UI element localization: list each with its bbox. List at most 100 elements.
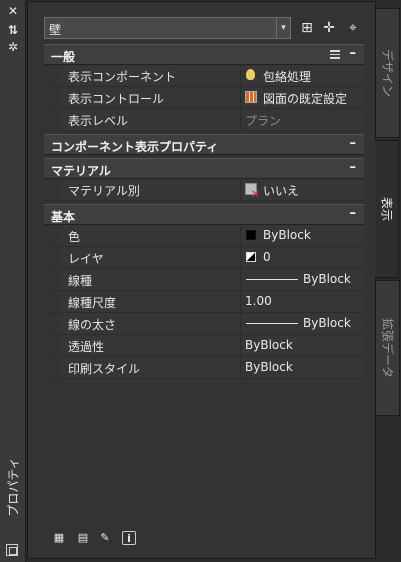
- property-label: 線種尺度: [68, 296, 117, 310]
- property-value[interactable]: いいえ: [240, 179, 364, 200]
- property-value-text: 図面の既定設定: [263, 92, 348, 106]
- property-value-text: 0: [263, 250, 271, 264]
- property-value-text: ByBlock: [245, 338, 293, 352]
- category-label: コンポーネント表示プロパティ: [51, 140, 219, 154]
- property-value[interactable]: プラン: [240, 109, 364, 130]
- property-row[interactable]: マテリアル別 いいえ: [44, 179, 364, 201]
- property-value-text: いいえ: [263, 184, 300, 198]
- paint-icon[interactable]: ✎: [98, 531, 112, 545]
- property-row[interactable]: 表示コンポーネント 包絡処理: [44, 65, 364, 87]
- property-value-text: ByBlock: [303, 316, 351, 330]
- object-toolbar: 壁 ▾ ⊞ ✛ ⌖: [44, 17, 374, 41]
- property-value[interactable]: 1.00: [240, 291, 364, 312]
- object-type-value: 壁: [49, 23, 62, 37]
- property-label: 色: [68, 230, 81, 244]
- property-row[interactable]: 線の太さ ByBlock: [44, 313, 364, 335]
- row-gutter: [44, 269, 62, 290]
- properties-panel: 壁 ▾ ⊞ ✛ ⌖ 一般 – 表示コンポーネント 包絡処理表示コントロール 図面の既定設…: [27, 1, 376, 559]
- property-value-text: ByBlock: [263, 228, 311, 242]
- list-view-icon[interactable]: [330, 50, 340, 59]
- property-value-text: 包絡処理: [263, 70, 312, 84]
- property-grid: 一般 – 表示コンポーネント 包絡処理表示コントロール 図面の既定設定表示レベル プランコ…: [44, 44, 364, 379]
- category-header[interactable]: 一般 –: [44, 44, 364, 65]
- property-label: 表示コントロール: [68, 92, 165, 106]
- property-label: 透過性: [68, 340, 105, 354]
- toggle-pickadd-icon[interactable]: ⌖: [344, 19, 362, 37]
- row-gutter: [44, 291, 62, 312]
- row-gutter: [44, 87, 62, 108]
- row-gutter: [44, 109, 62, 130]
- collapse-icon[interactable]: –: [350, 46, 357, 61]
- row-gutter: [44, 335, 62, 356]
- row-gutter: [44, 225, 62, 246]
- collapse-icon[interactable]: –: [350, 160, 357, 175]
- property-label: 印刷スタイル: [68, 362, 141, 376]
- chevron-down-icon[interactable]: ▾: [276, 18, 290, 38]
- category-label: 基本: [51, 210, 76, 224]
- category-label: 一般: [51, 50, 76, 64]
- row-gutter: [44, 313, 62, 334]
- property-label: 線の太さ: [68, 318, 117, 332]
- property-label: レイヤ: [68, 252, 104, 266]
- property-row[interactable]: 線種 ByBlock: [44, 269, 364, 291]
- property-row[interactable]: レイヤ 0: [44, 247, 364, 269]
- property-row[interactable]: 線種尺度 1.00: [44, 291, 364, 313]
- tab-display[interactable]: 表示: [375, 140, 399, 278]
- row-gutter: [44, 357, 62, 378]
- object-type-select[interactable]: 壁 ▾: [44, 17, 291, 39]
- tab-label: デザイン: [380, 48, 394, 98]
- palette-title: プロパティ: [3, 442, 23, 532]
- close-icon[interactable]: ✕: [6, 4, 20, 18]
- property-label: 表示コンポーネント: [68, 70, 177, 84]
- edit-style-icon[interactable]: ▤: [76, 531, 90, 545]
- property-value-text: 1.00: [245, 294, 272, 308]
- info-icon[interactable]: i: [122, 531, 136, 545]
- category-header[interactable]: マテリアル –: [44, 158, 364, 179]
- autohide-icon[interactable]: ⇅: [6, 23, 20, 37]
- property-row[interactable]: 表示コントロール 図面の既定設定: [44, 87, 364, 109]
- material-icon: [245, 183, 260, 200]
- property-value[interactable]: ByBlock: [240, 269, 364, 290]
- property-value-text: ByBlock: [303, 272, 351, 286]
- property-label: 線種: [68, 274, 93, 288]
- property-row[interactable]: 印刷スタイル ByBlock: [44, 357, 364, 379]
- property-value[interactable]: 包絡処理: [240, 65, 364, 86]
- property-value[interactable]: ByBlock: [240, 335, 364, 356]
- property-row[interactable]: 透過性 ByBlock: [44, 335, 364, 357]
- quick-select-icon[interactable]: ⊞: [298, 19, 316, 37]
- tab-label: 表示: [379, 196, 393, 222]
- linetype-icon: [246, 279, 298, 280]
- tab-extended-data[interactable]: 拡張データ: [376, 280, 400, 416]
- select-components-icon[interactable]: ▦: [52, 531, 66, 545]
- collapse-icon[interactable]: –: [350, 136, 357, 151]
- bulb-icon: [246, 69, 255, 80]
- palette-title-strip[interactable]: ✕ ⇅ ✲ プロパティ: [0, 0, 26, 562]
- property-label: 表示レベル: [68, 114, 129, 128]
- row-gutter: [44, 65, 62, 86]
- select-objects-icon[interactable]: ✛: [320, 19, 338, 37]
- tab-label: 拡張データ: [380, 317, 394, 379]
- property-value[interactable]: ByBlock: [240, 357, 364, 378]
- tab-design[interactable]: デザイン: [376, 8, 400, 138]
- property-value[interactable]: 0: [240, 247, 364, 268]
- settings-icon[interactable]: ✲: [6, 40, 20, 54]
- property-row[interactable]: 色 ByBlock: [44, 225, 364, 247]
- row-gutter: [44, 179, 62, 200]
- lineweight-icon: [246, 323, 298, 324]
- category-header[interactable]: コンポーネント表示プロパティ –: [44, 134, 364, 155]
- row-gutter: [44, 247, 62, 268]
- property-row[interactable]: 表示レベル プラン: [44, 109, 364, 131]
- property-label: マテリアル別: [68, 184, 140, 198]
- palette-menu-icon[interactable]: [6, 544, 18, 556]
- color-swatch-icon: [246, 230, 256, 240]
- category-header[interactable]: 基本 –: [44, 204, 364, 225]
- palette-title-text: プロパティ: [6, 457, 21, 517]
- property-value[interactable]: ByBlock: [240, 225, 364, 246]
- category-label: マテリアル: [51, 164, 111, 178]
- property-value[interactable]: 図面の既定設定: [240, 87, 364, 108]
- property-value[interactable]: ByBlock: [240, 313, 364, 334]
- layer-icon: [246, 252, 256, 262]
- collapse-icon[interactable]: –: [350, 206, 357, 221]
- property-value-text: プラン: [245, 114, 282, 128]
- property-value-text: ByBlock: [245, 360, 293, 374]
